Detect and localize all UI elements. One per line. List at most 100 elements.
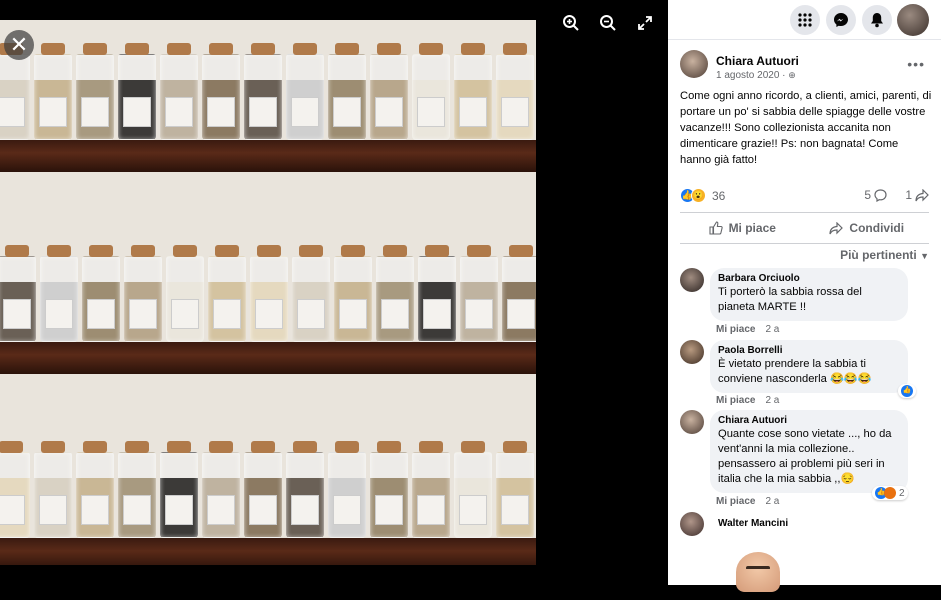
jar-label bbox=[249, 495, 277, 525]
jar-cork bbox=[293, 441, 317, 453]
bell-icon[interactable] bbox=[862, 5, 892, 35]
jar-label bbox=[423, 299, 451, 329]
fullscreen-icon[interactable] bbox=[632, 10, 658, 36]
jar-label bbox=[333, 495, 361, 525]
share-count[interactable]: 1 bbox=[905, 188, 929, 202]
jar-cork bbox=[383, 245, 407, 257]
comment-time[interactable]: 2 a bbox=[765, 496, 779, 507]
close-icon[interactable]: ✕ bbox=[4, 30, 34, 60]
comment-like-link[interactable]: Mi piace bbox=[716, 496, 755, 507]
jar-label bbox=[459, 97, 487, 127]
comment-icon bbox=[874, 188, 887, 202]
commenter-avatar[interactable] bbox=[680, 340, 704, 364]
jar-label bbox=[375, 97, 403, 127]
sand-jar bbox=[292, 245, 330, 342]
jar-label bbox=[165, 97, 193, 127]
jar-label bbox=[333, 97, 361, 127]
jar-cork bbox=[425, 245, 449, 257]
comment-reaction[interactable]: 👍 2 bbox=[872, 486, 908, 500]
sand-jar bbox=[454, 441, 492, 538]
sand-jar bbox=[76, 441, 114, 538]
comment-sort-dropdown[interactable]: Più pertinenti ▼ bbox=[840, 248, 929, 262]
date-text[interactable]: 1 agosto 2020 · bbox=[716, 70, 788, 81]
profile-avatar[interactable] bbox=[897, 4, 929, 36]
jar-label bbox=[81, 97, 109, 127]
sand-jar bbox=[376, 245, 414, 342]
jar-label bbox=[0, 97, 25, 127]
post-actions: Mi piace Condividi bbox=[680, 212, 929, 244]
comment-time[interactable]: 2 a bbox=[765, 395, 779, 406]
commenter-name[interactable]: Walter Mancini bbox=[718, 518, 788, 529]
jar-cork bbox=[419, 441, 443, 453]
post-date[interactable]: 1 agosto 2020 · ⊕ bbox=[716, 70, 796, 81]
sand-jar bbox=[412, 441, 450, 538]
jar-label bbox=[291, 495, 319, 525]
more-options-icon[interactable]: ••• bbox=[907, 56, 925, 72]
jar-label bbox=[501, 97, 529, 127]
author-avatar[interactable] bbox=[680, 50, 708, 78]
jar-label bbox=[3, 299, 31, 329]
share-icon bbox=[915, 188, 929, 201]
post-header: Chiara Autuori 1 agosto 2020 · ⊕ ••• bbox=[680, 50, 929, 86]
sand-jar bbox=[82, 245, 120, 342]
like-button[interactable]: Mi piace bbox=[680, 213, 805, 243]
zoom-in-icon[interactable] bbox=[558, 10, 584, 36]
jar-label bbox=[87, 299, 115, 329]
comment-text: Ti porterò la sabbia rossa del pianeta M… bbox=[718, 286, 862, 313]
bald-man-sticker bbox=[736, 552, 780, 592]
jar-label bbox=[213, 299, 241, 329]
sand-jar bbox=[412, 43, 450, 140]
photo-viewer: ✕ bbox=[0, 0, 668, 600]
like-reaction-icon: 👍 bbox=[901, 385, 913, 397]
sand-jar bbox=[328, 43, 366, 140]
comment-bubble: Paola Borrelli È vietato prendere la sab… bbox=[710, 340, 908, 393]
sand-jar bbox=[0, 441, 30, 538]
jar-cork bbox=[215, 245, 239, 257]
wooden-shelf bbox=[0, 140, 536, 172]
commenter-name[interactable]: Chiara Autuori bbox=[718, 415, 898, 426]
jar-cork bbox=[5, 245, 29, 257]
comment-item: Barbara Orciuolo Ti porterò la sabbia ro… bbox=[680, 268, 930, 328]
comment-bubble: Chiara Autuori Quante cose sono vietate … bbox=[710, 410, 908, 493]
comment-meta: Mi piace 2 a bbox=[716, 496, 779, 507]
author-name[interactable]: Chiara Autuori bbox=[716, 54, 799, 68]
jar-cork bbox=[173, 245, 197, 257]
jar-label bbox=[207, 97, 235, 127]
sand-jar bbox=[118, 441, 156, 538]
jar-cork bbox=[167, 441, 191, 453]
photo-sand-jars bbox=[0, 20, 536, 565]
comment-like-link[interactable]: Mi piace bbox=[716, 324, 755, 335]
sand-jar bbox=[496, 441, 534, 538]
comment-like-link[interactable]: Mi piace bbox=[716, 395, 755, 406]
zoom-out-icon[interactable] bbox=[595, 10, 621, 36]
jar-cork bbox=[41, 43, 65, 55]
jar-cork bbox=[125, 43, 149, 55]
commenter-name[interactable]: Barbara Orciuolo bbox=[718, 273, 898, 284]
reaction-count[interactable]: 36 bbox=[712, 188, 725, 204]
like-label: Mi piace bbox=[728, 221, 776, 235]
sand-jar bbox=[202, 441, 240, 538]
comment-reaction[interactable]: 👍 bbox=[898, 384, 916, 398]
comment-time[interactable]: 2 a bbox=[765, 324, 779, 335]
sticker-eyes bbox=[746, 566, 770, 570]
jar-cork bbox=[461, 43, 485, 55]
messenger-icon[interactable] bbox=[826, 5, 856, 35]
comment-count[interactable]: 5 bbox=[864, 188, 887, 202]
share-button[interactable]: Condividi bbox=[805, 213, 930, 243]
commenter-avatar[interactable] bbox=[680, 410, 704, 434]
sand-jar bbox=[202, 43, 240, 140]
commenter-avatar[interactable] bbox=[680, 268, 704, 292]
commenter-name[interactable]: Paola Borrelli bbox=[718, 345, 898, 356]
sand-jar bbox=[34, 43, 72, 140]
jar-label bbox=[501, 495, 529, 525]
jar-cork bbox=[251, 43, 275, 55]
grid-menu-icon[interactable] bbox=[790, 5, 820, 35]
jar-label bbox=[255, 299, 283, 329]
comment-count-value: 5 bbox=[864, 188, 871, 202]
jar-label bbox=[291, 97, 319, 127]
commenter-avatar[interactable] bbox=[680, 512, 704, 536]
jar-cork bbox=[251, 441, 275, 453]
wow-reaction-icon: 😮 bbox=[691, 188, 706, 203]
reaction-icons[interactable]: 👍 😮 36 bbox=[680, 188, 725, 204]
jar-label bbox=[39, 495, 67, 525]
